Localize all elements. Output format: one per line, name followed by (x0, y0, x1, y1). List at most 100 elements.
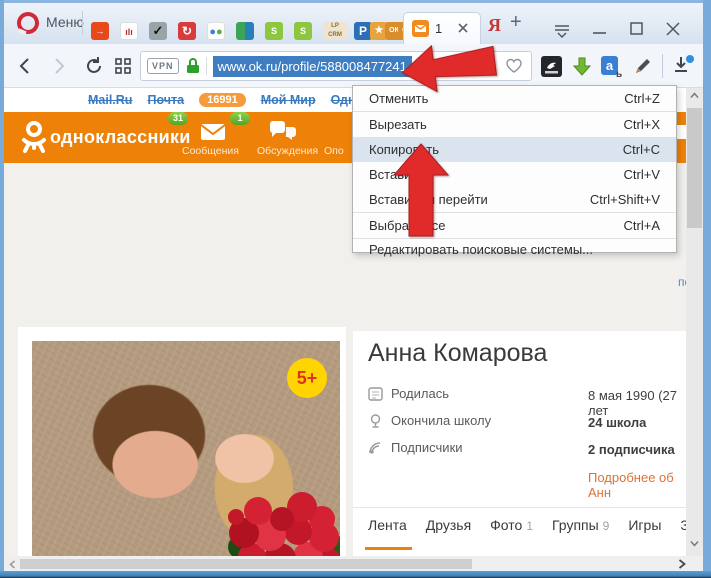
tab-photos[interactable]: Фото 1 (490, 517, 533, 533)
pinned-tab-dots-icon[interactable]: ●● (207, 22, 225, 40)
tab-feed[interactable]: Лента (368, 517, 407, 533)
tab-count: 1 (526, 519, 534, 533)
ext-translate-icon[interactable]: aь (601, 56, 622, 80)
tab-friends[interactable]: Друзья (426, 517, 471, 533)
tab-close-icon[interactable] (456, 21, 470, 35)
calendar-icon (368, 387, 383, 401)
messages-label[interactable]: Сообщения (182, 145, 239, 157)
nav-link-moimir[interactable]: Мой Мир (261, 93, 316, 107)
tab-label: Группы (552, 517, 599, 533)
vpn-badge[interactable]: VPN (147, 58, 179, 74)
vertical-scroll-thumb[interactable] (687, 108, 702, 228)
forward-button[interactable] (50, 57, 68, 75)
divider (205, 57, 207, 75)
url-text-selected[interactable]: www.ok.ru/profile/588008477241 (212, 55, 412, 77)
mail-count-badge: 16991 (199, 93, 246, 107)
divider (353, 507, 686, 508)
pinned-tab-stripes-icon[interactable] (236, 22, 254, 40)
ext-pencil-icon[interactable] (632, 56, 653, 77)
nav-link-mail[interactable]: Почта (147, 93, 184, 107)
subscribers-icon (369, 442, 381, 454)
pinned-tab-chart-icon[interactable]: ılı (120, 22, 138, 40)
scroll-right-icon[interactable] (678, 559, 686, 569)
notifications-label-cut[interactable]: Опо (324, 145, 344, 157)
ext-bird-icon[interactable] (541, 56, 562, 77)
menu-item-shortcut: Ctrl+Shift+V (589, 192, 660, 207)
scroll-up-icon[interactable] (690, 92, 699, 99)
tab-count: 9 (602, 519, 610, 533)
secure-lock-icon[interactable] (185, 57, 201, 75)
pinned-tab-target-icon[interactable]: ↻ (178, 22, 196, 40)
horizontal-scroll-thumb[interactable] (20, 559, 472, 569)
menu-item-label: Редактировать поисковые системы... (369, 242, 594, 257)
profile-photo[interactable]: 5+ Пусть будет праздник каждый день! 13 … (32, 341, 340, 578)
pinned-tab-lpcrm-icon[interactable]: LP CRM (323, 22, 347, 40)
discussions-label[interactable]: Обсуждения (257, 145, 318, 157)
active-tab-underline (365, 547, 412, 550)
minimize-button[interactable] (592, 31, 607, 35)
info-row-school: Окончила школу (368, 413, 491, 428)
info-row-subscribers: Подписчики (368, 440, 463, 455)
menu-item-edit-search-engines[interactable]: Редактировать поисковые системы... (353, 239, 676, 257)
close-button[interactable] (665, 21, 681, 37)
discussions-badge: 1 (230, 112, 250, 125)
age-badge: 5+ (287, 358, 327, 398)
opera-logo-icon (14, 9, 42, 37)
pinned-tab-green-s-icon[interactable]: S (265, 22, 283, 40)
pinned-tab-check-icon[interactable]: ✓ (149, 22, 167, 40)
new-tab-button[interactable]: + (510, 11, 522, 34)
info-row-birthday: Родилась (368, 386, 449, 401)
menu-item-shortcut: Ctrl+X (623, 117, 660, 132)
divider (662, 54, 663, 78)
pinned-tab-arrow-icon[interactable]: → (91, 22, 109, 40)
info-label: Родилась (391, 386, 449, 401)
discussions-icon[interactable] (268, 121, 298, 141)
ext-savefrom-icon[interactable] (570, 55, 594, 79)
tab-games[interactable]: Игры (628, 517, 661, 533)
school-icon (370, 414, 381, 428)
horizontal-scrollbar[interactable] (4, 556, 703, 572)
more-about-link[interactable]: Подробнее об Анн (588, 470, 686, 500)
menu-item-shortcut: Ctrl+C (622, 142, 660, 157)
window-border (0, 571, 711, 578)
info-label: Окончила школу (391, 413, 492, 428)
ok-logo-icon[interactable] (20, 121, 48, 154)
translate-sub-glyph: ь (616, 69, 623, 80)
tab-label: Друзья (425, 517, 472, 533)
tab-menu-icon[interactable] (553, 23, 571, 39)
pinned-tab-green-s2-icon[interactable]: S (294, 22, 312, 40)
tab-label: Фото (490, 517, 523, 533)
downloads-button[interactable] (670, 54, 696, 78)
info-value-school: 24 школа (588, 415, 647, 430)
menu-item-cut[interactable]: Вырезать Ctrl+X (353, 112, 676, 137)
tab-label: Игры (628, 517, 662, 533)
tab-bar: Меню → ılı ✓ ↻ ●● S S LPCRM P ★ ОК ОК 1 … (4, 3, 706, 44)
opera-menu-label: Меню (46, 14, 84, 30)
nav-link-mailru[interactable]: Mail.Ru (88, 93, 132, 107)
roses-sticker (228, 509, 244, 525)
back-button[interactable] (16, 57, 34, 75)
speed-dial-icon[interactable] (114, 57, 132, 75)
menu-item-shortcut: Ctrl+A (623, 218, 660, 233)
scroll-left-icon[interactable] (9, 560, 16, 569)
bookmark-heart-icon[interactable] (505, 58, 523, 74)
mail-tab-icon (412, 20, 429, 37)
scroll-down-icon[interactable] (690, 540, 699, 547)
messages-icon[interactable] (200, 123, 226, 141)
divider (82, 11, 83, 35)
vertical-scrollbar[interactable] (686, 88, 703, 556)
messages-badge: 31 (168, 112, 188, 125)
ok-brand-text[interactable]: одноклассники (50, 127, 191, 148)
active-tab-title: 1 (435, 21, 443, 36)
profile-card: Анна Комарова Родилась 8 мая 1990 (27 ле… (353, 331, 706, 561)
annotation-arrow-url (395, 31, 501, 101)
menu-item-label: Вырезать (369, 117, 427, 132)
tab-groups[interactable]: Группы 9 (552, 517, 609, 533)
window-border (0, 0, 711, 3)
profile-name: Анна Комарова (368, 339, 548, 367)
reload-button[interactable] (84, 56, 104, 76)
profile-tabs: Лента Друзья Фото1 Группы9 Игры Зам (368, 517, 706, 533)
window-border (703, 0, 711, 578)
info-value-subscribers: 2 подписчика (588, 442, 675, 457)
maximize-button[interactable] (629, 21, 644, 36)
